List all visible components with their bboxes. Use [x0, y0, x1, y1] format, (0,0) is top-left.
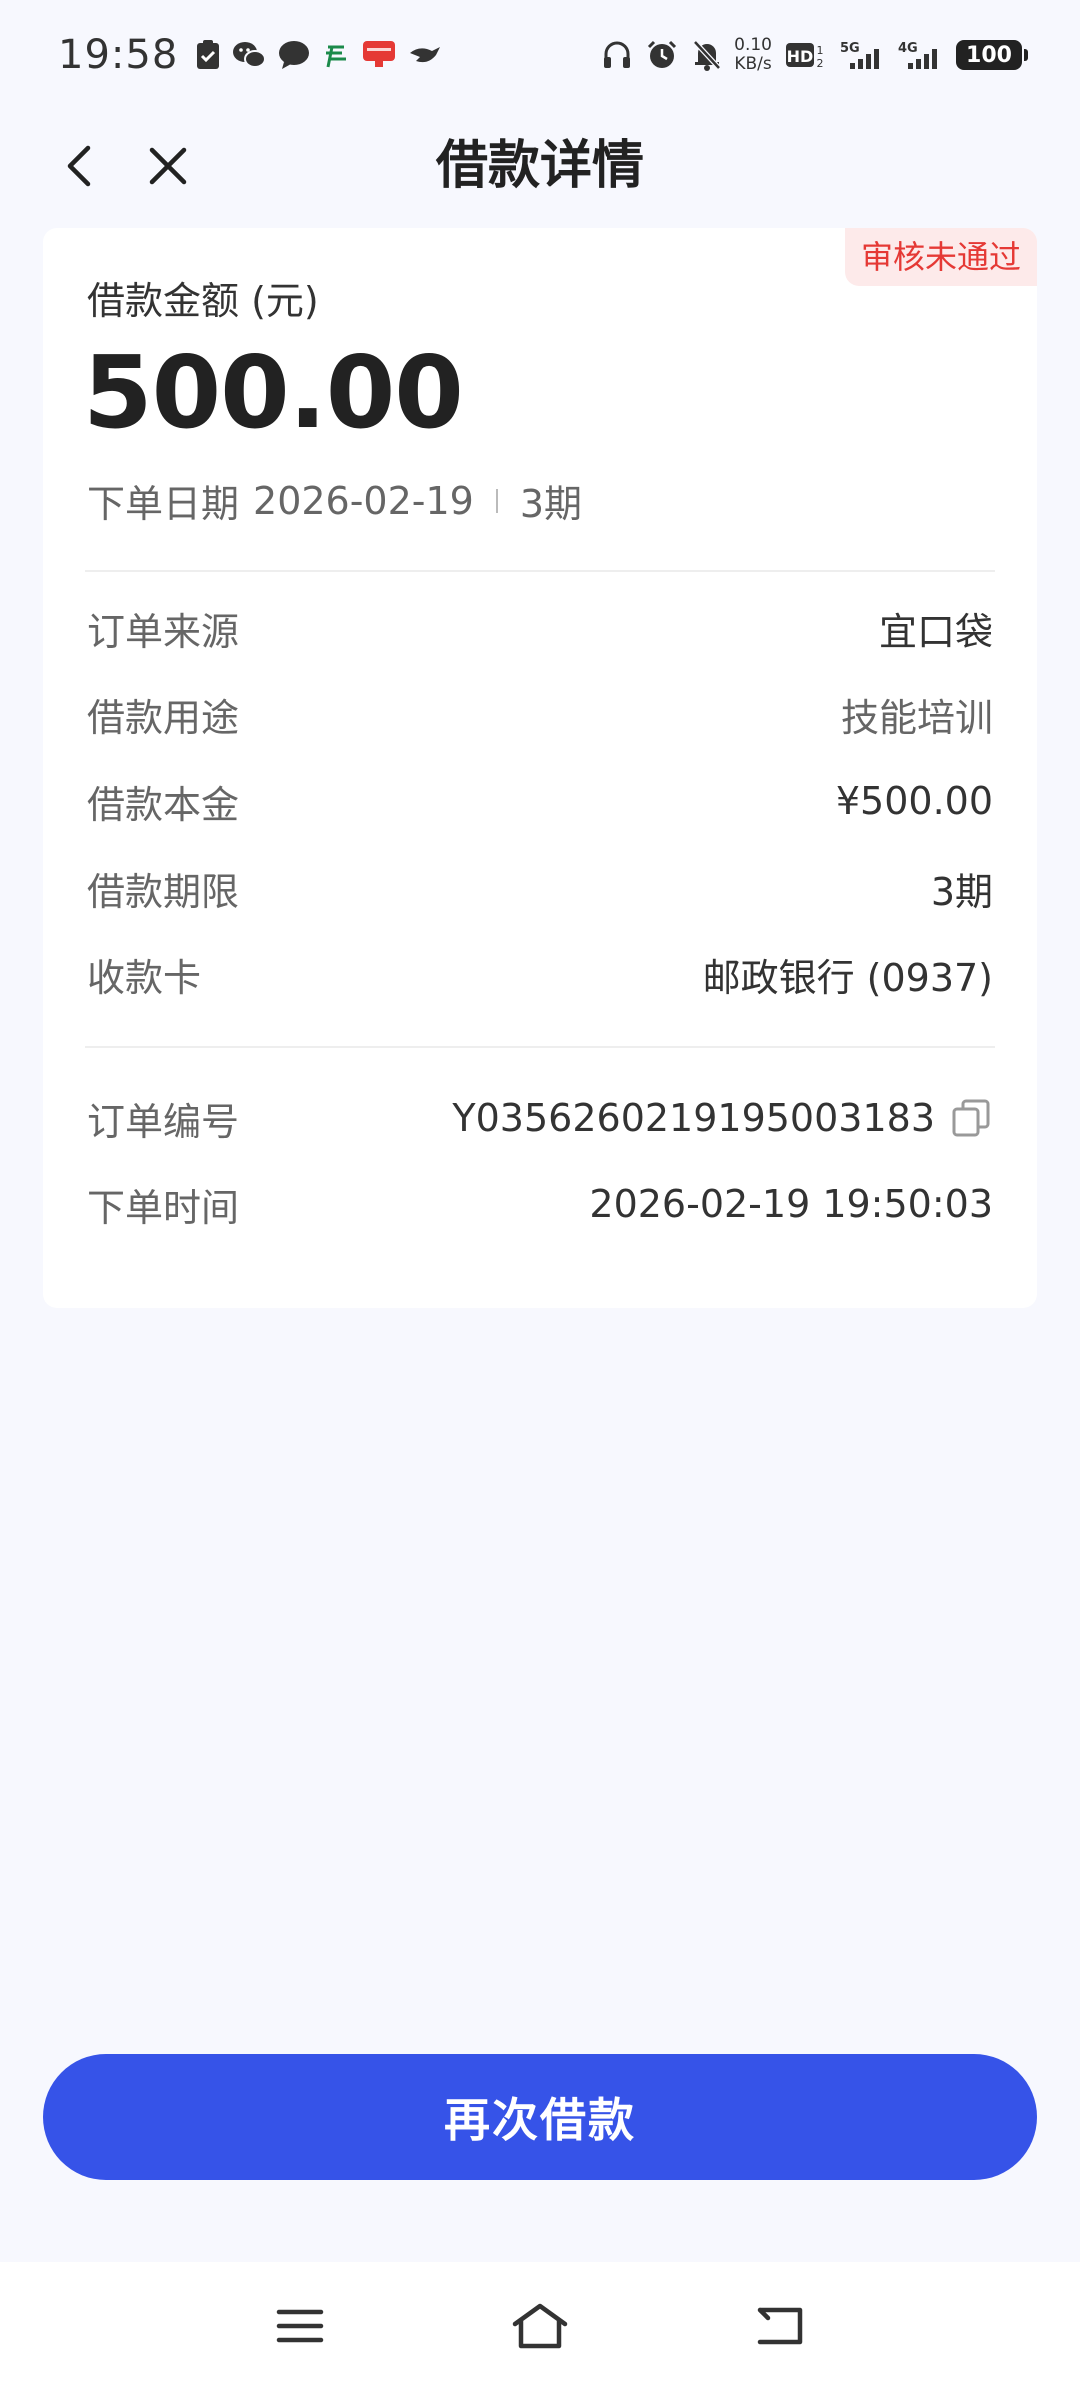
- detail-row-card: 收款卡 邮政银行 (0937): [87, 944, 993, 1004]
- detail-value: 宜口袋: [878, 609, 993, 654]
- detail-label: 借款本金: [87, 782, 240, 827]
- detail-label: 订单来源: [87, 609, 240, 654]
- detail-value: 技能培训: [840, 695, 993, 740]
- detail-row-source: 订单来源 宜口袋: [87, 598, 993, 658]
- borrow-again-button[interactable]: 再次借款: [43, 2054, 1037, 2180]
- system-nav-bar: [0, 2262, 1080, 2388]
- order-time-value: 2026-02-19 19:50:03: [589, 1182, 993, 1226]
- detail-label: 借款用途: [87, 695, 240, 740]
- detail-label: 借款期限: [87, 869, 240, 914]
- detail-row-term: 借款期限 3期: [87, 858, 993, 918]
- status-badge: 审核未通过: [844, 228, 1037, 286]
- nav-bar: 借款详情: [0, 110, 1080, 220]
- amount-label: 借款金额 (元): [87, 279, 319, 323]
- detail-row-order-no: 订单编号 Y0356260219195003183: [87, 1088, 993, 1148]
- detail-value: ¥500.00: [835, 779, 993, 823]
- period-value: 3期: [519, 482, 583, 526]
- home-button[interactable]: [510, 2296, 570, 2356]
- alarm-icon: [646, 39, 678, 71]
- svg-text:5G: 5G: [840, 41, 860, 56]
- svg-text:2: 2: [817, 57, 824, 70]
- page-title: 借款详情: [435, 136, 644, 196]
- order-time-label: 下单时间: [87, 1185, 240, 1230]
- bird-app-icon: [408, 43, 442, 67]
- network-speed-unit: KB/s: [734, 54, 772, 74]
- back-arrow-icon: [757, 2307, 803, 2345]
- detail-value: 邮政银行 (0937): [702, 955, 993, 1000]
- screen: 19:58 0.10 KB/s HD 1 2 5G 4G 100 借款详情 审核…: [0, 0, 1080, 2388]
- clipboard-check-icon: [196, 40, 220, 70]
- order-no-label: 订单编号: [87, 1099, 240, 1144]
- svg-text:4G: 4G: [898, 41, 918, 56]
- order-date-value: 2026-02-19: [253, 478, 474, 523]
- loan-detail-card: 审核未通过 借款金额 (元) 500.00 下单日期 2026-02-19 3期…: [43, 228, 1037, 1308]
- network-speed-value: 0.10: [734, 35, 772, 55]
- status-bar-right: 0.10 KB/s HD 1 2 5G 4G 100: [588, 36, 1028, 74]
- svg-text:HD: HD: [787, 47, 814, 66]
- wechat-icon: [232, 40, 267, 70]
- status-bar: 19:58 0.10 KB/s HD 1 2 5G 4G 100: [0, 0, 1080, 110]
- menu-icon: [276, 2309, 324, 2343]
- status-bar-left: 19:58: [58, 32, 454, 78]
- detail-row-principal: 借款本金 ¥500.00: [87, 771, 993, 831]
- order-date-label: 下单日期: [87, 482, 240, 526]
- amount-value: 500.00: [83, 334, 464, 451]
- separator: [495, 488, 498, 513]
- hd-icon: HD 1 2: [786, 40, 826, 70]
- detail-value: 3期: [930, 869, 993, 914]
- network-speed: 0.10 KB/s: [734, 36, 772, 74]
- mute-bell-icon: [692, 39, 722, 71]
- detail-row-purpose: 借款用途 技能培训: [87, 684, 993, 744]
- signal-5g-icon: 5G: [840, 39, 884, 71]
- status-time: 19:58: [58, 32, 179, 78]
- back-system-button[interactable]: [750, 2296, 810, 2356]
- home-icon: [512, 2303, 568, 2349]
- message-icon: [278, 40, 310, 70]
- divider: [85, 570, 995, 572]
- signal-4g-icon: 4G: [898, 39, 942, 71]
- green-app-icon: [322, 41, 350, 69]
- recent-apps-button[interactable]: [270, 2296, 330, 2356]
- svg-text:1: 1: [817, 44, 824, 57]
- order-no-group: Y0356260219195003183: [452, 1096, 993, 1140]
- divider: [85, 1046, 995, 1048]
- order-date-line: 下单日期 2026-02-19 3期: [87, 473, 582, 528]
- headphones-icon: [602, 40, 632, 70]
- copy-icon: [952, 1099, 990, 1137]
- red-app-icon: [362, 40, 396, 70]
- detail-row-order-time: 下单时间 2026-02-19 19:50:03: [87, 1174, 993, 1234]
- detail-label: 收款卡: [87, 955, 202, 1000]
- battery-indicator: 100: [956, 40, 1028, 70]
- order-no-value: Y0356260219195003183: [452, 1096, 935, 1140]
- copy-button[interactable]: [949, 1096, 993, 1140]
